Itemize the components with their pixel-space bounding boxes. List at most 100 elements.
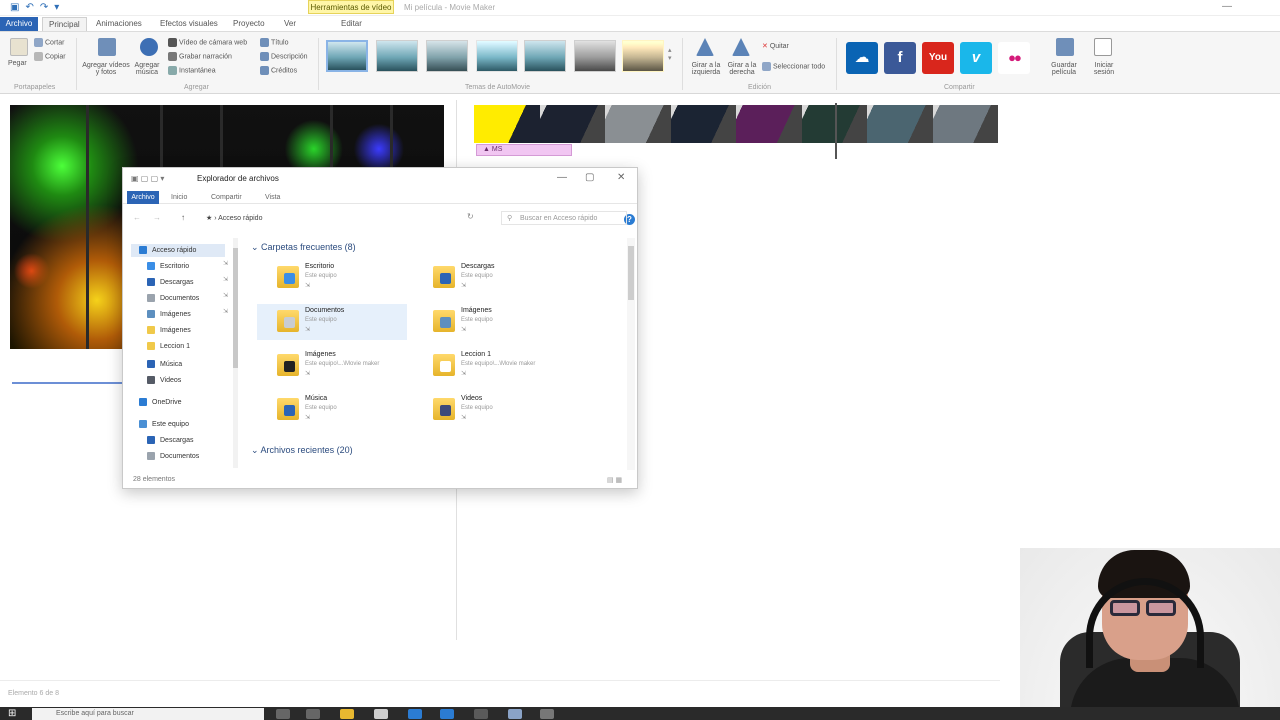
- taskbar-app-icon[interactable]: [540, 709, 554, 719]
- nav-item[interactable]: Videos: [147, 374, 181, 387]
- nav-item[interactable]: Imágenes: [147, 308, 191, 321]
- storyboard-clip[interactable]: [736, 105, 802, 143]
- vimeo-icon[interactable]: v: [960, 42, 992, 74]
- frequent-folders-header[interactable]: ⌄ Carpetas frecuentes (8): [251, 242, 356, 253]
- tab-edit[interactable]: Editar: [341, 17, 362, 31]
- tab-view[interactable]: Ver: [284, 17, 296, 31]
- tab-file[interactable]: Archivo: [0, 17, 38, 31]
- back-button[interactable]: ←: [133, 213, 141, 222]
- storyboard-clip[interactable]: [867, 105, 933, 143]
- automovie-theme-6[interactable]: [574, 40, 616, 72]
- flickr-icon[interactable]: ●●: [998, 42, 1030, 74]
- record-narration-button[interactable]: Grabar narración: [168, 52, 232, 61]
- address-bar[interactable]: ★ › Acceso rápido: [199, 211, 459, 225]
- explorer-tab-share[interactable]: Compartir: [211, 191, 242, 204]
- select-all-button[interactable]: Seleccionar todo: [762, 62, 825, 71]
- nav-item[interactable]: Documentos: [147, 450, 199, 463]
- view-toggle-icons[interactable]: ▤ ▦: [607, 476, 622, 484]
- preview-seek-bar[interactable]: [12, 382, 124, 384]
- tab-home[interactable]: Principal: [42, 17, 87, 31]
- customize-quick-access-icon[interactable]: ▾: [54, 2, 59, 13]
- explorer-tab-file[interactable]: Archivo: [127, 191, 159, 204]
- title-button[interactable]: Título: [260, 38, 289, 47]
- credits-button[interactable]: Créditos: [260, 66, 297, 75]
- storyboard-clip[interactable]: [932, 105, 998, 143]
- add-music-button[interactable]: Agregar música: [132, 62, 162, 76]
- taskbar-search-input[interactable]: Escribe aquí para buscar: [32, 708, 264, 720]
- up-button[interactable]: ↑: [181, 213, 185, 222]
- explorer-maximize-button[interactable]: ▢: [585, 172, 594, 183]
- nav-item[interactable]: Descargas: [147, 434, 193, 447]
- taskbar-app-icon[interactable]: [408, 709, 422, 719]
- taskbar-app-icon[interactable]: [440, 709, 454, 719]
- content-scrollbar[interactable]: [627, 238, 635, 470]
- taskbar-app-icon[interactable]: [374, 709, 388, 719]
- tab-project[interactable]: Proyecto: [233, 17, 265, 31]
- folder-tile[interactable]: Leccion 1 Este equipo\...\Movie maker ⇲: [413, 348, 563, 384]
- file-explorer-taskbar-icon[interactable]: [340, 709, 354, 719]
- remove-button[interactable]: ✕ Quitar: [762, 42, 789, 50]
- nav-item[interactable]: Este equipo: [139, 418, 189, 431]
- nav-pane-scrollbar[interactable]: [233, 238, 238, 468]
- taskbar-app-icon[interactable]: [508, 709, 522, 719]
- undo-icon[interactable]: ↶: [25, 2, 33, 13]
- storyboard-clip[interactable]: [670, 105, 736, 143]
- storyboard-clip[interactable]: [605, 105, 671, 143]
- folder-tile[interactable]: Imágenes Este equipo ⇲: [413, 304, 563, 340]
- nav-item[interactable]: Acceso rápido: [131, 244, 225, 257]
- add-videos-icon[interactable]: [98, 38, 116, 56]
- explorer-tab-home[interactable]: Inicio: [171, 191, 187, 204]
- save-movie-icon[interactable]: [1056, 38, 1074, 56]
- rotate-right-button[interactable]: Girar a la derecha: [722, 62, 762, 76]
- nav-item[interactable]: Música: [147, 358, 182, 371]
- minimize-button[interactable]: —: [1222, 1, 1232, 12]
- explorer-tab-view[interactable]: Vista: [265, 191, 280, 204]
- forward-button[interactable]: →: [153, 213, 161, 222]
- rotate-left-icon[interactable]: [696, 38, 714, 56]
- nav-item[interactable]: Descargas: [147, 276, 193, 289]
- folder-tile[interactable]: Imágenes Este equipo\...\Movie maker ⇲: [257, 348, 407, 384]
- add-videos-button[interactable]: Agregar vídeos y fotos: [80, 62, 132, 76]
- folder-tile[interactable]: Escritorio Este equipo ⇲: [257, 260, 407, 296]
- windows-start-icon[interactable]: ⊞: [8, 708, 19, 719]
- explorer-close-button[interactable]: ✕: [617, 172, 625, 183]
- taskbar-app-icon[interactable]: [474, 709, 488, 719]
- copy-button[interactable]: Copiar: [34, 52, 66, 61]
- folder-tile[interactable]: Música Este equipo ⇲: [257, 392, 407, 428]
- folder-tile[interactable]: Documentos Este equipo ⇲: [257, 304, 407, 340]
- nav-item[interactable]: OneDrive: [139, 396, 182, 409]
- recent-files-header[interactable]: ⌄ Archivos recientes (20): [251, 445, 353, 456]
- save-movie-button[interactable]: Guardar película: [1042, 62, 1086, 76]
- paste-button[interactable]: Pegar: [8, 60, 27, 67]
- nav-item[interactable]: Escritorio: [147, 260, 189, 273]
- cut-button[interactable]: Cortar: [34, 38, 64, 47]
- explorer-quick-icons[interactable]: ▣ ▢ ▢ ▾: [131, 174, 164, 183]
- music-note-icon[interactable]: [140, 38, 158, 56]
- task-view-icon[interactable]: [276, 709, 290, 719]
- automovie-theme-4[interactable]: [476, 40, 518, 72]
- taskbar-app-icon[interactable]: [306, 709, 320, 719]
- webcam-video-button[interactable]: Vídeo de cámara web: [168, 38, 247, 47]
- nav-item[interactable]: Imágenes: [147, 324, 191, 337]
- nav-item[interactable]: Documentos: [147, 292, 199, 305]
- tab-animations[interactable]: Animaciones: [96, 17, 142, 31]
- nav-item[interactable]: Leccion 1: [147, 340, 190, 353]
- music-track-label[interactable]: ▲ MS: [476, 144, 572, 156]
- paste-icon[interactable]: [10, 38, 28, 56]
- sign-in-button[interactable]: Iniciar sesión: [1090, 62, 1118, 76]
- automovie-theme-2[interactable]: [376, 40, 418, 72]
- explorer-minimize-button[interactable]: —: [557, 172, 567, 183]
- automovie-theme-7[interactable]: [622, 40, 664, 72]
- folder-tile[interactable]: Descargas Este equipo ⇲: [413, 260, 563, 296]
- timeline-playhead[interactable]: [835, 103, 837, 159]
- tab-visual-effects[interactable]: Efectos visuales: [160, 17, 218, 31]
- search-input[interactable]: ⚲ Buscar en Acceso rápido: [501, 211, 627, 225]
- rotate-left-button[interactable]: Girar a la izquierda: [686, 62, 726, 76]
- rotate-right-icon[interactable]: [732, 38, 750, 56]
- redo-icon[interactable]: ↷: [40, 2, 48, 13]
- caption-button[interactable]: Descripción: [260, 52, 308, 61]
- snapshot-button[interactable]: Instantánea: [168, 66, 216, 75]
- automovie-theme-5[interactable]: [524, 40, 566, 72]
- themes-more-icon[interactable]: ▴ ▾: [668, 46, 672, 62]
- save-icon[interactable]: ▣: [10, 2, 19, 13]
